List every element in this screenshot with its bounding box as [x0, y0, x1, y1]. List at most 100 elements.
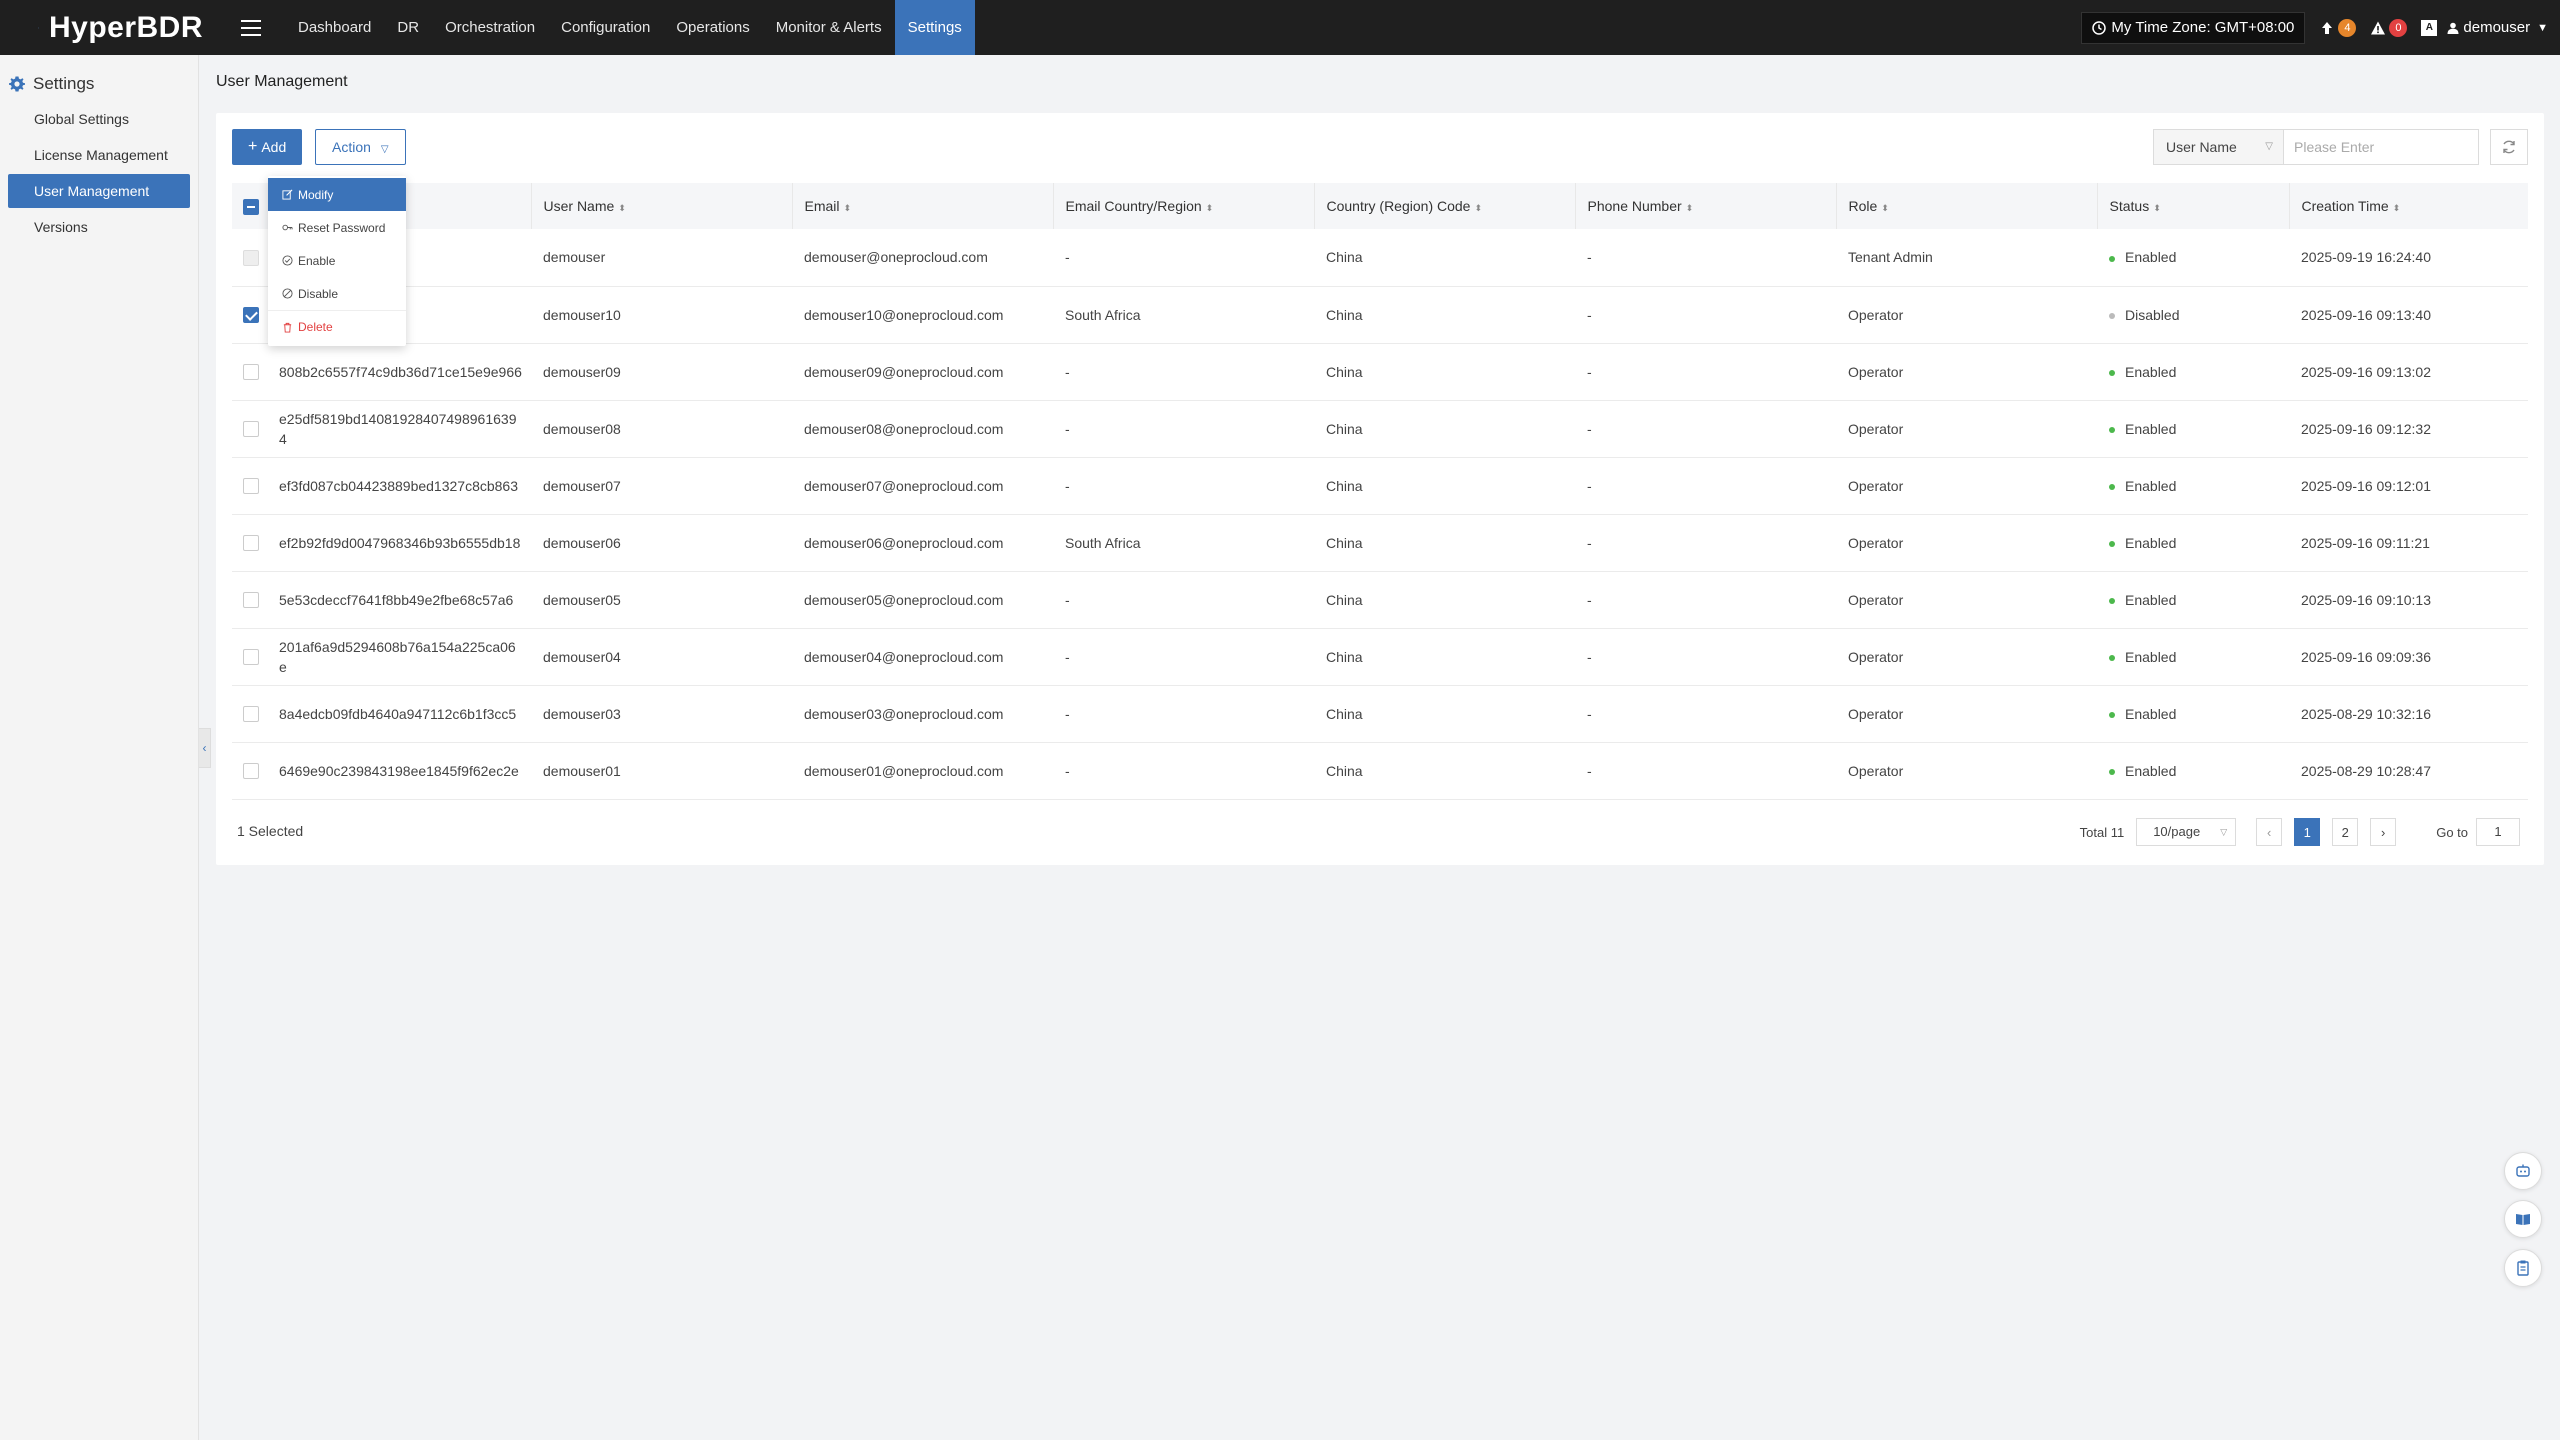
menu-item-disable[interactable]: Disable	[268, 277, 406, 310]
table-row[interactable]: e25df5819bd140819284074989616394 demouser…	[232, 400, 2528, 458]
page-button-1[interactable]: 1	[2294, 818, 2321, 846]
nav-monitor-alerts[interactable]: Monitor & Alerts	[763, 0, 895, 55]
row-checkbox[interactable]	[243, 249, 259, 266]
row-checkbox[interactable]	[243, 763, 259, 780]
row-select-cell[interactable]	[232, 571, 267, 629]
support-chat-button[interactable]	[2504, 1152, 2542, 1190]
table-row[interactable]: 8a4edcb09fdb4640a947112c6b1f3cc5 demouser…	[232, 685, 2528, 743]
sort-icon[interactable]: ⬍	[1881, 203, 1889, 213]
row-select-cell[interactable]	[232, 343, 267, 401]
col-phone[interactable]: Phone Number ⬍	[1575, 183, 1837, 229]
email-cell: demouser08@oneprocloud.com	[792, 400, 1053, 458]
timezone-button[interactable]: My Time Zone: GMT+08:00	[2081, 11, 2306, 44]
row-checkbox[interactable]	[243, 307, 259, 324]
row-select-cell[interactable]	[232, 286, 267, 344]
sort-icon[interactable]: ⬍	[1206, 203, 1214, 213]
row-select-cell[interactable]	[232, 685, 267, 743]
row-checkbox[interactable]	[243, 364, 259, 381]
menu-item-enable[interactable]: Enable	[268, 244, 406, 277]
search-field-select[interactable]: User Name ▽	[2153, 129, 2283, 165]
row-checkbox[interactable]	[243, 706, 259, 723]
docs-button[interactable]	[2504, 1200, 2542, 1238]
status-cell: Enabled	[2097, 514, 2289, 572]
action-dropdown-button[interactable]: Action ▽	[315, 129, 406, 165]
table-row[interactable]: a3cd8ea7a246e0demouserdemouser@oneproclo…	[232, 229, 2528, 287]
row-select-cell[interactable]	[232, 457, 267, 515]
menu-item-reset-password[interactable]: Reset Password	[268, 211, 406, 244]
table-row[interactable]: 9a5efbe765ecb2cdemouser10demouser10@onep…	[232, 286, 2528, 344]
select-all-cell[interactable]	[232, 183, 267, 229]
row-checkbox[interactable]	[243, 478, 259, 495]
nav-dashboard[interactable]: Dashboard	[285, 0, 384, 55]
search-input[interactable]: Please Enter	[2283, 129, 2479, 165]
select-all-checkbox[interactable]	[243, 198, 259, 215]
email-cell: demouser01@oneprocloud.com	[792, 742, 1053, 800]
chevron-right-icon: ›	[2381, 824, 2386, 840]
menu-toggle-button[interactable]	[221, 0, 281, 55]
nav-settings[interactable]: Settings	[894, 0, 975, 55]
phone-cell: -	[1575, 571, 1836, 629]
table-row[interactable]: 808b2c6557f74c9db36d71ce15e9e966 demouser…	[232, 343, 2528, 401]
prev-page-button[interactable]: ‹	[2256, 818, 2283, 846]
table-row[interactable]: ef3fd087cb04423889bed1327c8cb863 demouser…	[232, 457, 2528, 515]
row-checkbox[interactable]	[243, 649, 259, 666]
row-select-cell[interactable]	[232, 229, 267, 287]
sort-icon[interactable]: ⬍	[2393, 203, 2401, 213]
clipboard-button[interactable]	[2504, 1249, 2542, 1287]
creation-time-cell: 2025-09-16 09:12:01	[2289, 457, 2528, 515]
table-row[interactable]: 5e53cdeccf7641f8bb49e2fbe68c57a6 demouser…	[232, 571, 2528, 629]
col-country-code[interactable]: Country (Region) Code ⬍	[1314, 183, 1576, 229]
sidebar-item-versions[interactable]: Versions	[8, 210, 190, 244]
email-region-cell: -	[1053, 571, 1314, 629]
row-checkbox[interactable]	[243, 535, 259, 552]
nav-configuration[interactable]: Configuration	[548, 0, 663, 55]
user-menu[interactable]: demouser ▼	[2447, 19, 2548, 36]
phone-cell: -	[1575, 400, 1836, 458]
col-email-region[interactable]: Email Country/Region ⬍	[1053, 183, 1315, 229]
sort-icon[interactable]: ⬍	[2153, 203, 2161, 213]
menu-item-modify[interactable]: Modify	[268, 178, 406, 211]
app-logo[interactable]: HyperBDR	[38, 10, 203, 46]
col-creation-time[interactable]: Creation Time ⬍	[2289, 183, 2528, 229]
nav-orchestration[interactable]: Orchestration	[432, 0, 548, 55]
table-row[interactable]: 6469e90c239843198ee1845f9f62ec2e demouser…	[232, 742, 2528, 800]
sort-icon[interactable]: ⬍	[618, 203, 626, 213]
row-select-cell[interactable]	[232, 742, 267, 800]
status-dot-icon	[2109, 540, 2115, 547]
page-size-select[interactable]: 10/page ▽	[2136, 818, 2237, 846]
next-page-button[interactable]: ›	[2370, 818, 2397, 846]
chevron-down-icon: ▽	[2220, 827, 2228, 837]
email-cell: demouser05@oneprocloud.com	[792, 571, 1053, 629]
row-checkbox[interactable]	[243, 421, 259, 438]
alert-notification[interactable]: 0	[2370, 18, 2408, 37]
sort-icon[interactable]: ⬍	[1686, 203, 1694, 213]
sidebar-collapse-button[interactable]: ‹	[199, 728, 211, 768]
upgrade-notification[interactable]: 4	[2319, 18, 2357, 37]
page-button-2[interactable]: 2	[2332, 818, 2359, 846]
sidebar-item-user-management[interactable]: User Management	[8, 174, 190, 208]
row-select-cell[interactable]	[232, 400, 267, 458]
language-icon[interactable]: A	[2421, 19, 2438, 36]
col-email[interactable]: Email ⬍	[792, 183, 1054, 229]
table-row[interactable]: ef2b92fd9d0047968346b93b6555db18 demouser…	[232, 514, 2528, 572]
col-status[interactable]: Status ⬍	[2097, 183, 2290, 229]
sort-icon[interactable]: ⬍	[844, 203, 852, 213]
status-cell: Enabled	[2097, 229, 2289, 287]
email-cell: demouser@oneprocloud.com	[792, 229, 1053, 287]
sidebar-item-global-settings[interactable]: Global Settings	[8, 102, 190, 136]
row-select-cell[interactable]	[232, 514, 267, 572]
row-checkbox[interactable]	[243, 592, 259, 609]
refresh-button[interactable]	[2490, 129, 2528, 165]
sidebar-item-license-management[interactable]: License Management	[8, 138, 190, 172]
sort-icon[interactable]: ⬍	[1474, 203, 1482, 213]
goto-page-input[interactable]: 1	[2476, 818, 2520, 846]
nav-operations[interactable]: Operations	[663, 0, 762, 55]
col-role[interactable]: Role ⬍	[1836, 183, 2098, 229]
menu-item-delete[interactable]: Delete	[268, 310, 406, 343]
nav-dr[interactable]: DR	[384, 0, 432, 55]
add-user-button[interactable]: + Add	[232, 129, 303, 165]
row-select-cell[interactable]	[232, 628, 267, 686]
col-username[interactable]: User Name ⬍	[531, 183, 793, 229]
email-region-cell: South Africa	[1053, 514, 1314, 572]
table-row[interactable]: 201af6a9d5294608b76a154a225ca06e demouser…	[232, 628, 2528, 686]
